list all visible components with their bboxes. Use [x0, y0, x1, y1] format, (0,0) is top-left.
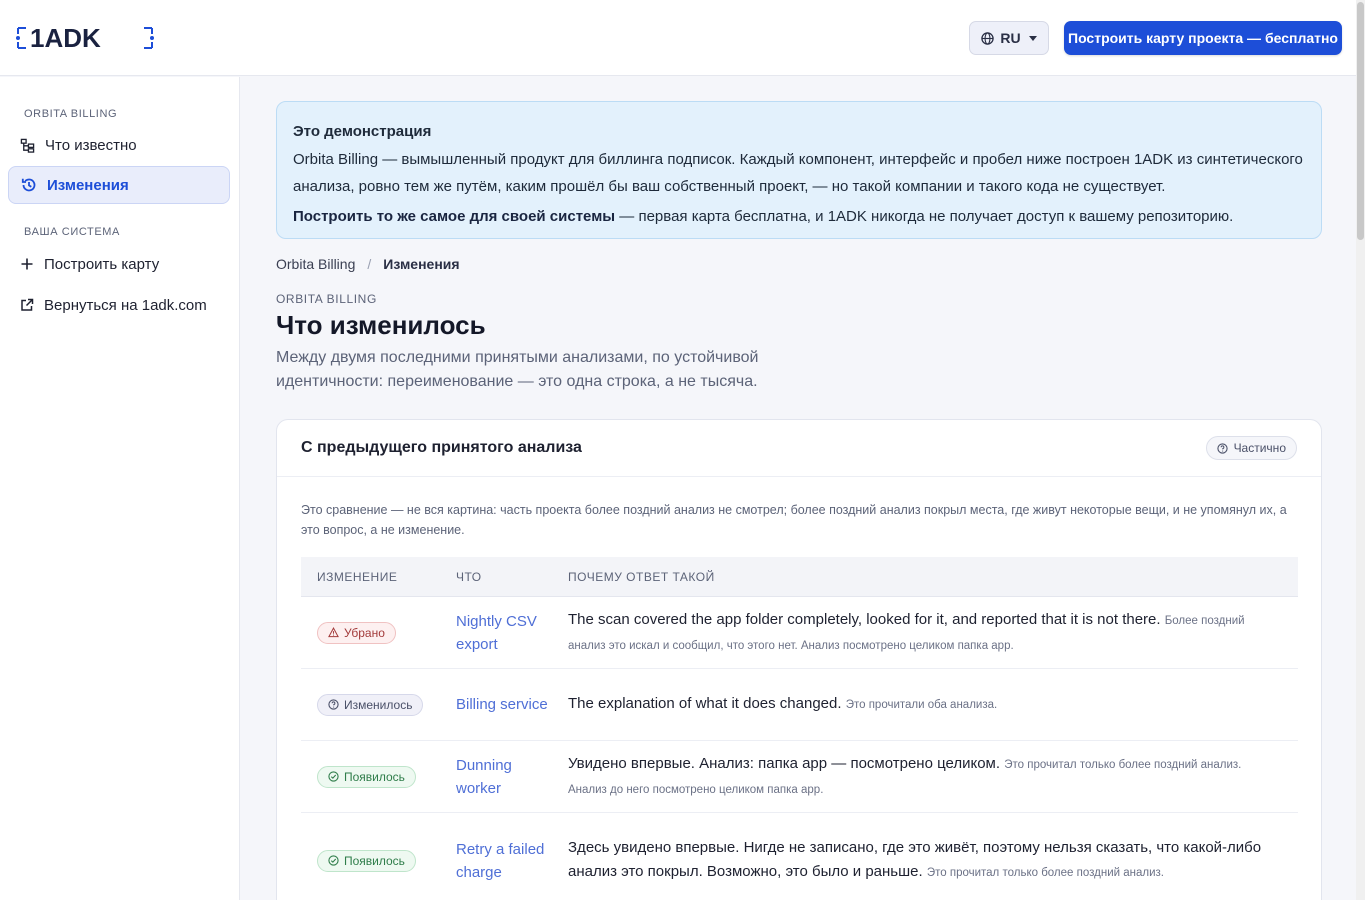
page-eyebrow: ORBITA BILLING	[276, 292, 377, 306]
sidebar-item-back[interactable]: Вернуться на 1adk.com	[8, 286, 230, 324]
change-cell: Появилось	[301, 849, 439, 872]
status-badge-label: Частично	[1233, 441, 1286, 455]
table-row: Изменилось Billing service The explanati…	[301, 669, 1298, 741]
sidebar-item-build-map[interactable]: Построить карту	[8, 245, 230, 283]
comparison-note: Это сравнение — не вся картина: часть пр…	[301, 503, 1287, 537]
what-link[interactable]: Billing service	[439, 693, 552, 716]
build-same-link[interactable]: Построить то же самое для своей системы	[293, 208, 615, 225]
globe-icon	[981, 31, 995, 45]
breadcrumb: Orbita Billing / Изменения	[276, 256, 460, 272]
demo-banner-body: Orbita Billing — вымышленный продукт для…	[293, 151, 1303, 195]
why-cell: The scan covered the app folder complete…	[552, 608, 1298, 658]
card-title: С предыдущего принятого анализа	[301, 439, 582, 456]
changes-card: С предыдущего принятого анализа Частично…	[276, 419, 1322, 900]
page-subtitle: Между двумя последними принятыми анализа…	[276, 349, 759, 390]
appeared-badge: Появилось	[317, 765, 416, 788]
badge-label: Изменилось	[344, 697, 413, 712]
breadcrumb-current: Изменения	[383, 256, 460, 272]
what-link[interactable]: Dunning worker	[439, 754, 552, 800]
sidebar-item-label: Что известно	[45, 136, 137, 154]
removed-badge: Убрано	[317, 621, 396, 644]
table-row: Появилось Retry a failed charge Здесь ув…	[301, 813, 1298, 900]
sidebar-section-project: ORBITA BILLING	[24, 108, 118, 120]
build-map-button[interactable]: Построить карту проекта — бесплатно	[1064, 21, 1342, 55]
column-header-change: ИЗМЕНЕНИЕ	[317, 569, 398, 584]
language-select[interactable]: RU	[969, 21, 1049, 55]
table-row: Убрано Nightly CSV export The scan cover…	[301, 597, 1298, 669]
chevron-down-icon	[1028, 35, 1037, 41]
sidebar-item-label: Вернуться на 1adk.com	[44, 296, 207, 314]
table-row: Появилось Dunning worker Увидено впервые…	[301, 741, 1298, 813]
changed-badge: Изменилось	[317, 693, 424, 716]
why-text: The scan covered the app folder complete…	[568, 610, 1161, 628]
what-link[interactable]: Retry a failed charge	[439, 838, 552, 884]
sidebar-item-known[interactable]: Что известно	[8, 126, 230, 164]
change-cell: Убрано	[301, 621, 439, 644]
column-header-why: ПОЧЕМУ ОТВЕТ ТАКОЙ	[568, 569, 715, 584]
sidebar: ORBITA BILLING Что известно Изменения ВА…	[0, 77, 240, 900]
check-circle-icon	[328, 771, 339, 782]
check-circle-icon	[328, 855, 339, 866]
why-cell: Здесь увидено впервые. Нигде не записано…	[552, 836, 1298, 885]
history-icon	[21, 178, 36, 192]
top-bar: 1ADK RU Построить карту проекта — беспла…	[0, 0, 1356, 76]
page-scrollbar[interactable]	[1356, 0, 1365, 900]
sidebar-item-changes[interactable]: Изменения	[8, 166, 230, 204]
sidebar-item-label: Построить карту	[44, 255, 160, 273]
tree-icon	[20, 138, 35, 153]
badge-label: Появилось	[344, 853, 405, 868]
why-cell: The explanation of what it does changed.…	[552, 692, 1298, 717]
column-header-what: ЧТО	[456, 569, 482, 584]
why-note: Это прочитали оба анализа.	[845, 699, 998, 711]
plus-icon	[21, 258, 33, 270]
question-circle-icon	[1216, 442, 1228, 454]
question-circle-icon	[328, 699, 339, 710]
svg-text:1ADK: 1ADK	[30, 24, 101, 52]
why-cell: Увидено впервые. Анализ: папка app — пос…	[552, 752, 1298, 802]
what-link[interactable]: Nightly CSV export	[439, 610, 552, 656]
demo-banner-cta: Построить то же самое для своей системы …	[293, 203, 1305, 230]
card-header: С предыдущего принятого анализа Частично	[277, 420, 1321, 477]
sidebar-section-system: ВАША СИСТЕМА	[24, 226, 120, 238]
change-cell: Изменилось	[301, 693, 439, 716]
page-title: Что изменилось	[276, 310, 486, 340]
why-text: Увидено впервые. Анализ: папка app — пос…	[568, 754, 1001, 772]
scrollbar-thumb[interactable]	[1357, 2, 1364, 240]
sidebar-item-label: Изменения	[47, 176, 129, 194]
demo-banner-cta-tail: — первая карта бесплатна, и 1ADK никогда…	[615, 208, 1234, 225]
demo-banner: Это демонстрация Orbita Billing — вымышл…	[276, 101, 1322, 239]
why-note: Это прочитал только более поздний анализ…	[926, 867, 1164, 879]
breadcrumb-separator: /	[367, 256, 372, 272]
warning-icon	[328, 627, 339, 638]
logo-mark: 1ADK	[16, 24, 154, 52]
badge-label: Убрано	[344, 625, 385, 640]
appeared-badge: Появилось	[317, 849, 416, 872]
language-label: RU	[1000, 30, 1021, 46]
why-text: The explanation of what it does changed.	[568, 695, 842, 712]
changes-table: ИЗМЕНЕНИЕ ЧТО ПОЧЕМУ ОТВЕТ ТАКОЙ Убрано …	[301, 557, 1298, 900]
badge-label: Появилось	[344, 769, 405, 784]
demo-banner-title: Это демонстрация	[293, 123, 432, 140]
change-cell: Появилось	[301, 765, 439, 788]
status-badge: Частично	[1205, 436, 1297, 460]
breadcrumb-root[interactable]: Orbita Billing	[276, 256, 355, 272]
table-header: ИЗМЕНЕНИЕ ЧТО ПОЧЕМУ ОТВЕТ ТАКОЙ	[301, 557, 1298, 597]
external-link-icon	[21, 298, 34, 311]
logo[interactable]: 1ADK	[16, 24, 156, 52]
